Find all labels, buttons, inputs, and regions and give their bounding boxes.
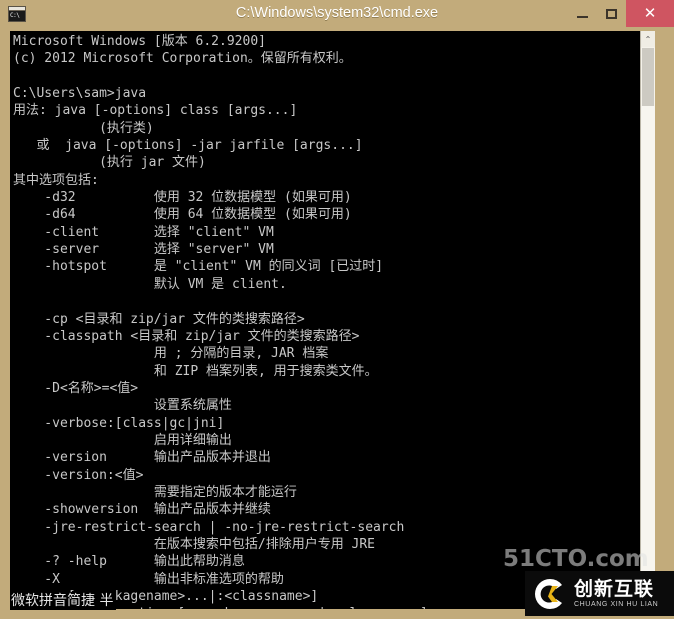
minimize-icon (577, 16, 588, 18)
console-output-area[interactable]: Microsoft Windows [版本 6.2.9200] (c) 2012… (10, 31, 655, 609)
close-button[interactable]: ✕ (626, 0, 674, 27)
scroll-up-icon[interactable]: ⌃ (641, 31, 655, 47)
brand-logo: 创新互联 CHUANG XIN HU LIAN (525, 571, 674, 616)
cmd-icon: C:\ (8, 6, 26, 22)
cmd-icon-label: C:\ (9, 11, 25, 21)
cmd-window: C:\ C:\Windows\system32\cmd.exe ✕ Micros… (0, 0, 674, 619)
scrollbar-thumb[interactable] (642, 48, 654, 106)
console-text: Microsoft Windows [版本 6.2.9200] (c) 2012… (13, 34, 428, 609)
maximize-button[interactable] (597, 0, 626, 27)
scrollbar-track[interactable] (641, 106, 655, 609)
logo-pinyin-name: CHUANG XIN HU LIAN (574, 600, 659, 608)
minimize-button[interactable] (568, 0, 597, 27)
logo-mark-icon (533, 577, 567, 611)
logo-chinese-name: 创新互联 (574, 577, 655, 600)
window-titlebar[interactable]: C:\ C:\Windows\system32\cmd.exe ✕ (0, 0, 674, 27)
maximize-icon (606, 8, 617, 19)
console-scrollbar[interactable]: ⌃ (640, 31, 655, 609)
ime-status-indicator[interactable]: 微软拼音简捷 半 (10, 592, 117, 610)
close-icon: ✕ (643, 5, 657, 22)
logo-text-block: 创新互联 CHUANG XIN HU LIAN (574, 579, 658, 609)
